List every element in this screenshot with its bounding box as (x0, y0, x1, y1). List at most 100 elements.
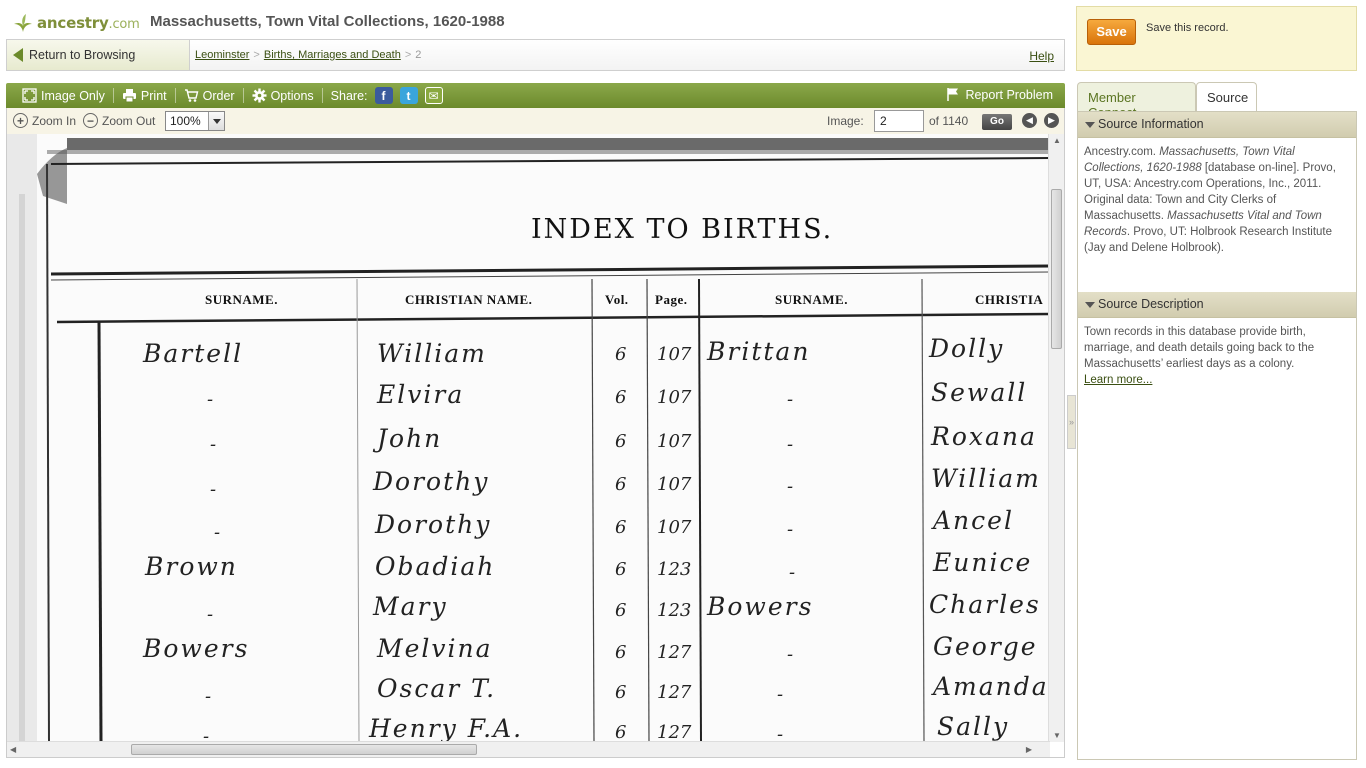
entry-surname: - (210, 434, 217, 455)
zoom-out-label: Zoom Out (102, 113, 156, 128)
entry-christian: Melvina (377, 634, 493, 663)
return-to-browsing-button[interactable]: Return to Browsing (7, 40, 190, 70)
entry-surname-2: - (777, 684, 784, 705)
entry-christian: Dorothy (375, 510, 492, 539)
print-button[interactable]: Print (114, 88, 175, 103)
entry-christian-2: Amanda (933, 672, 1049, 701)
printer-icon (122, 89, 136, 103)
source-description-text: Town records in this database provide bi… (1084, 326, 1315, 386)
entry-christian-2: George (933, 632, 1038, 661)
learn-more-link[interactable]: Learn more... (1084, 374, 1152, 386)
fullscreen-icon (22, 88, 37, 103)
options-label: Options (270, 88, 314, 103)
page-title: Massachusetts, Town Vital Collections, 1… (150, 13, 505, 30)
entry-surname: - (207, 389, 214, 410)
scroll-right-icon[interactable]: ▶ (1026, 745, 1032, 754)
entry-surname: Bowers (143, 634, 250, 663)
horizontal-scrollbar[interactable]: ◀ ▶ (7, 741, 1050, 757)
entry-surname-2: - (787, 476, 794, 497)
help-link[interactable]: Help (1029, 49, 1054, 63)
zoom-out-button[interactable]: − Zoom Out (83, 113, 155, 128)
record-image[interactable]: INDEX TO BIRTHS. SURNAME. CHRISTIAN NAME… (7, 134, 1050, 742)
order-button[interactable]: Order (176, 88, 243, 103)
entry-vol: 6 (615, 344, 627, 365)
breadcrumb-leominster[interactable]: Leominster (195, 49, 249, 61)
source-information-header[interactable]: Source Information (1078, 112, 1356, 138)
collapse-panel-handle[interactable]: » (1067, 395, 1076, 449)
scroll-down-icon[interactable]: ▼ (1053, 731, 1061, 740)
return-label: Return to Browsing (29, 48, 136, 62)
entry-surname: - (203, 726, 210, 742)
entry-christian-2: Eunice (933, 548, 1033, 577)
image-label: Image: (827, 114, 864, 128)
save-button[interactable]: Save (1087, 19, 1136, 45)
entry-page: 107 (657, 474, 692, 495)
scroll-left-icon[interactable]: ◀ (10, 745, 16, 754)
entry-vol: 6 (615, 387, 627, 408)
entry-surname-2: - (777, 724, 784, 742)
breadcrumb: Leominster > Births, Marriages and Death >2 (195, 49, 422, 61)
entry-vol: 6 (615, 722, 627, 742)
entry-page: 127 (657, 682, 692, 703)
image-viewer[interactable]: INDEX TO BIRTHS. SURNAME. CHRISTIAN NAME… (6, 134, 1065, 758)
options-button[interactable]: Options (244, 88, 322, 103)
minus-circle-icon: − (83, 113, 98, 128)
vertical-scroll-thumb[interactable] (1051, 189, 1062, 349)
facebook-icon[interactable]: f (374, 87, 393, 104)
entry-surname: Brown (145, 552, 238, 581)
scroll-up-icon[interactable]: ▲ (1053, 136, 1061, 145)
email-icon[interactable]: ✉ (424, 87, 443, 104)
entry-christian: Dorothy (373, 467, 490, 496)
column-christian-name: CHRISTIAN NAME. (405, 292, 533, 307)
entry-surname-2: - (787, 519, 794, 540)
ancestry-logo[interactable]: ancestry.com (12, 12, 140, 34)
entry-christian-2: Sewall (931, 378, 1028, 407)
image-only-button[interactable]: Image Only (14, 88, 113, 103)
source-panel: Source Information Ancestry.com. Massach… (1077, 111, 1357, 760)
horizontal-scroll-thumb[interactable] (131, 744, 477, 755)
zoom-level-select[interactable]: 100% (165, 111, 225, 131)
source-description-header[interactable]: Source Description (1078, 292, 1356, 318)
entry-surname: - (207, 604, 214, 625)
entry-christian-2: Ancel (933, 506, 1014, 535)
zoom-in-label: Zoom In (32, 113, 77, 128)
entry-christian: Elvira (377, 380, 465, 409)
column-page: Page. (655, 292, 688, 307)
entry-surname: Bartell (143, 339, 244, 368)
entry-vol: 6 (615, 642, 627, 663)
zoom-in-button[interactable]: + Zoom In (13, 113, 76, 128)
entry-page: 107 (657, 431, 692, 452)
vertical-scrollbar[interactable]: ▲ ▼ (1048, 134, 1064, 742)
go-button[interactable]: Go (982, 114, 1012, 130)
entry-christian-2: William (931, 464, 1041, 493)
report-problem-button[interactable]: Report Problem (945, 87, 1053, 102)
zoom-bar: + Zoom In − Zoom Out 100% Image: 2 of 11… (6, 108, 1065, 134)
entry-vol: 6 (615, 474, 627, 495)
entry-page: 107 (657, 387, 692, 408)
image-only-label: Image Only (41, 88, 105, 103)
cart-icon (184, 89, 199, 102)
print-label: Print (140, 88, 167, 103)
entry-page: 127 (657, 642, 692, 663)
back-arrow-icon (13, 48, 23, 62)
entry-christian: Mary (373, 592, 448, 621)
twitter-icon[interactable]: t (399, 87, 418, 104)
image-number-input[interactable]: 2 (874, 110, 924, 132)
entry-vol: 6 (615, 600, 627, 621)
entry-surname-2: - (787, 389, 794, 410)
entry-surname-2: Brittan (707, 337, 811, 366)
tab-source[interactable]: Source (1196, 82, 1257, 112)
chevron-down-icon[interactable] (208, 112, 224, 130)
entry-christian-2: Roxana (931, 422, 1037, 451)
browse-bar: Return to Browsing Leominster > Births, Ma… (6, 39, 1065, 71)
tab-member-connect[interactable]: Member Connect (1077, 82, 1196, 120)
previous-image-icon[interactable]: ◀ (1022, 113, 1037, 128)
column-christian-name-2: CHRISTIA (975, 292, 1044, 307)
entry-surname-2: - (787, 434, 794, 455)
breadcrumb-births-marriages-death[interactable]: Births, Marriages and Death (264, 49, 401, 61)
next-image-icon[interactable]: ▶ (1044, 113, 1059, 128)
entry-page: 107 (657, 344, 692, 365)
logo-text: ancestry.com (37, 14, 140, 32)
entry-page: 127 (657, 722, 692, 742)
source-information-text: Ancestry.com. Massachusetts, Town Vital … (1084, 146, 1336, 254)
